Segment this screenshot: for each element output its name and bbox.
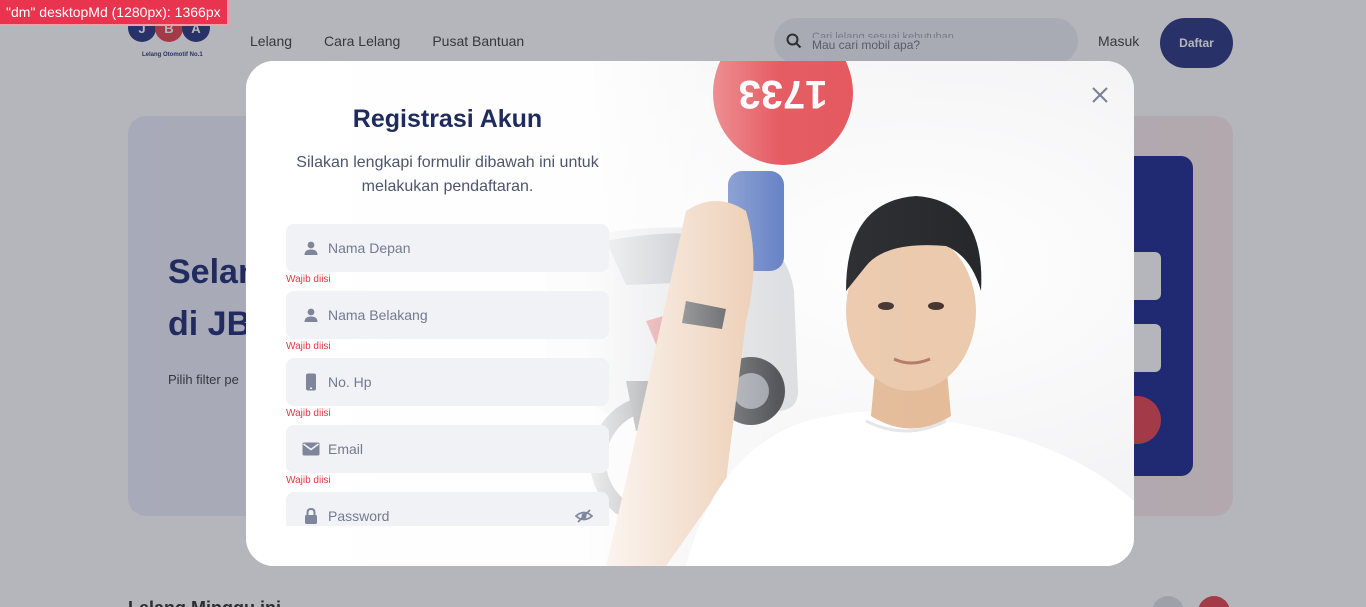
- modal-title: Registrasi Akun: [352, 105, 543, 133]
- phone-icon: [302, 373, 320, 391]
- last-name-input[interactable]: [328, 307, 568, 323]
- modal-subtitle: Silakan lengkapi formulir dibawah ini un…: [296, 154, 599, 195]
- eye-slash-icon[interactable]: [575, 507, 593, 525]
- close-icon[interactable]: [1090, 85, 1110, 105]
- email-input[interactable]: [328, 441, 568, 457]
- first-name-error: Wajib diisi: [286, 274, 331, 285]
- person-icon: [302, 306, 320, 324]
- email-field[interactable]: [286, 425, 609, 473]
- debug-breakpoint-badge: "dm" desktopMd (1280px): 1366px: [0, 0, 229, 26]
- lock-icon: [302, 507, 320, 525]
- email-error: Wajib diisi: [286, 475, 331, 486]
- password-input[interactable]: [328, 508, 568, 524]
- registration-form: Registrasi Akun Silakan lengkapi formuli…: [286, 61, 609, 526]
- phone-input[interactable]: [328, 374, 568, 390]
- first-name-input[interactable]: [328, 240, 568, 256]
- person-icon: [302, 239, 320, 257]
- last-name-field[interactable]: [286, 291, 609, 339]
- phone-field[interactable]: [286, 358, 609, 406]
- first-name-field[interactable]: [286, 224, 609, 272]
- mail-icon: [302, 440, 320, 458]
- registration-modal: 1733 Registrasi Akun Silakan lengkapi fo…: [246, 61, 1134, 566]
- last-name-error: Wajib diisi: [286, 341, 331, 352]
- password-field[interactable]: [286, 492, 609, 526]
- phone-error: Wajib diisi: [286, 408, 331, 419]
